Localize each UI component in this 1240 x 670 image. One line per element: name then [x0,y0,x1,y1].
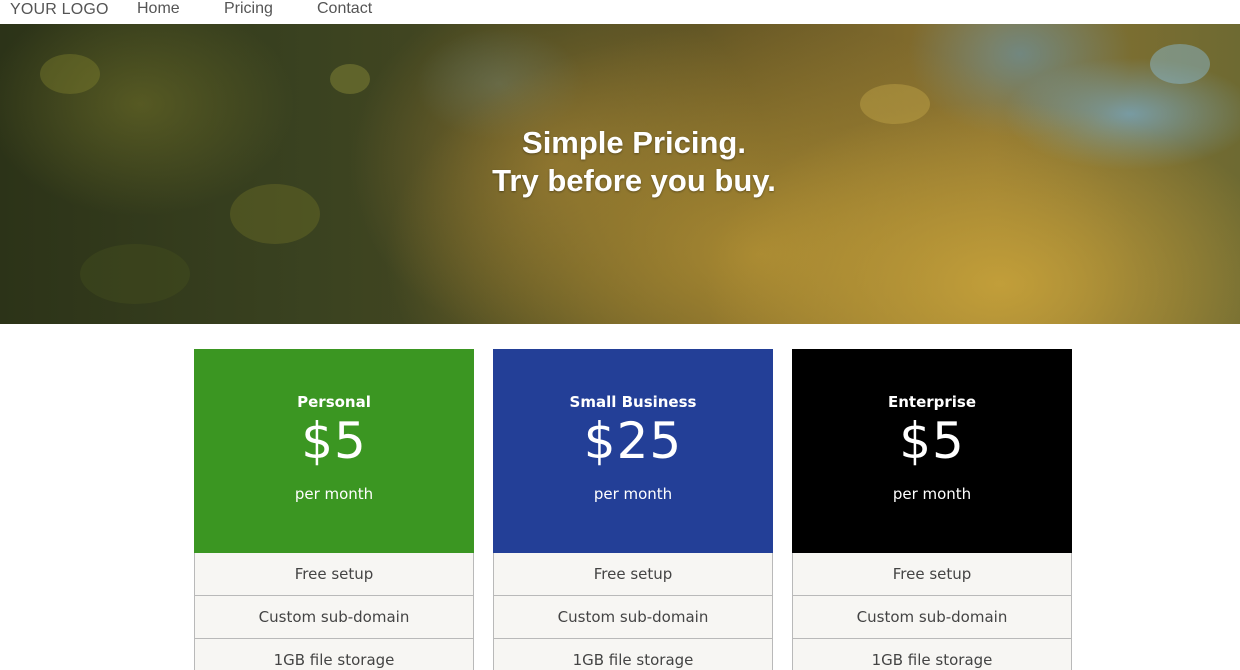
pricing-card-personal: Personal $5 per month Free setup Custom … [194,349,474,670]
plan-name: Enterprise [887,393,977,411]
plan-name: Small Business [569,393,697,411]
feature-list: Free setup Custom sub-domain 1GB file st… [493,553,773,670]
plan-period: per month [593,485,673,503]
nav-link-home[interactable]: Home [137,0,180,18]
hero-banner: Simple Pricing. Try before you buy. [0,24,1240,324]
feature-list: Free setup Custom sub-domain 1GB file st… [792,553,1072,670]
hero-heading-line-1: Simple Pricing. [522,125,746,160]
pricing-card-enterprise: Enterprise $5 per month Free setup Custo… [792,349,1072,670]
plan-price: $25 [583,412,683,470]
feature-item: 1GB file storage [194,639,474,670]
nav-link-pricing[interactable]: Pricing [224,0,273,18]
top-nav: YOUR LOGO Home Pricing Contact [0,0,1240,24]
pricing-card-header: Small Business $25 per month [493,349,773,553]
feature-item: Free setup [194,553,474,596]
pricing-card-header: Personal $5 per month [194,349,474,553]
logo[interactable]: YOUR LOGO [10,1,109,19]
plan-period: per month [892,485,972,503]
plan-name: Personal [297,393,371,411]
nav-link-contact[interactable]: Contact [317,0,372,18]
feature-item: 1GB file storage [493,639,773,670]
feature-item: Free setup [792,553,1072,596]
feature-item: Custom sub-domain [792,596,1072,639]
pricing-card-small-business: Small Business $25 per month Free setup … [493,349,773,670]
hero-heading: Simple Pricing. Try before you buy. [0,124,1240,200]
feature-item: Custom sub-domain [194,596,474,639]
feature-item: 1GB file storage [792,639,1072,670]
hero-heading-line-2: Try before you buy. [492,163,776,198]
plan-price: $5 [301,412,367,470]
feature-item: Free setup [493,553,773,596]
feature-list: Free setup Custom sub-domain 1GB file st… [194,553,474,670]
pricing-card-header: Enterprise $5 per month [792,349,1072,553]
plan-price: $5 [899,412,965,470]
feature-item: Custom sub-domain [493,596,773,639]
plan-period: per month [294,485,374,503]
